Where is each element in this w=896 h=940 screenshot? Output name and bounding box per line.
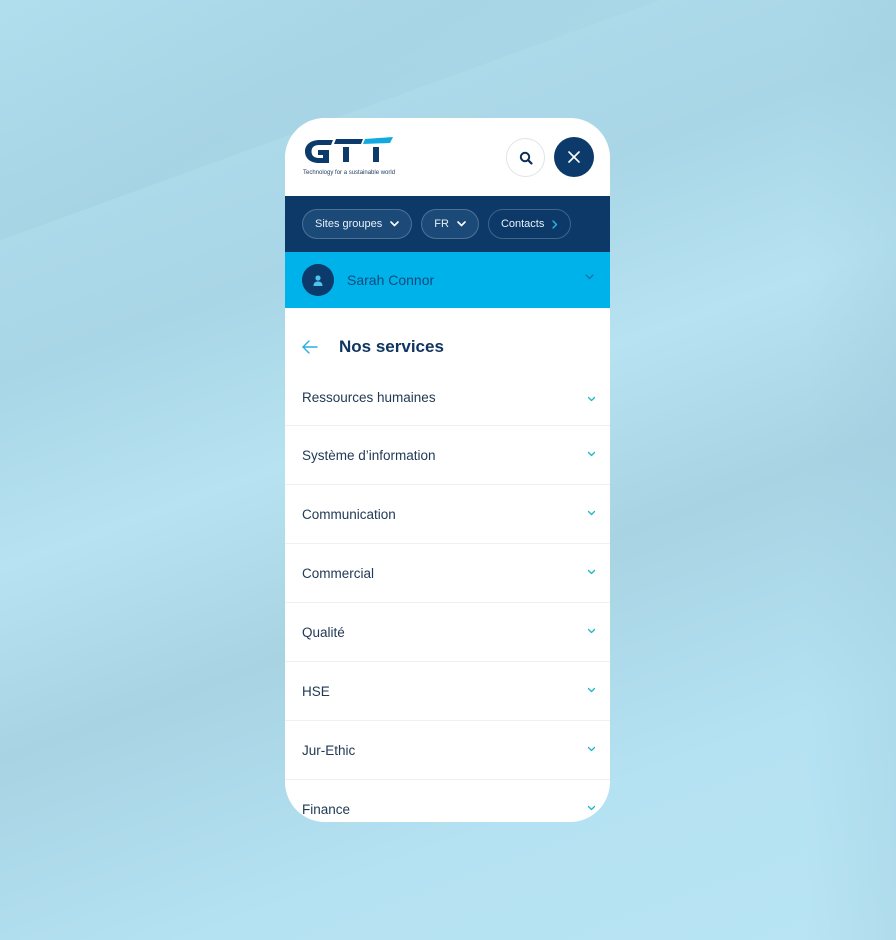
utility-nav-bar: Sites groupes FR Contacts xyxy=(285,196,610,252)
chevron-down-icon xyxy=(587,746,596,752)
chevron-right-icon xyxy=(552,219,558,229)
user-name: Sarah Connor xyxy=(347,272,435,288)
service-label: Ressources humaines xyxy=(302,390,436,405)
sites-groupes-dropdown[interactable]: Sites groupes xyxy=(302,209,413,239)
search-icon xyxy=(519,151,533,165)
language-label: FR xyxy=(434,218,449,230)
language-dropdown[interactable]: FR xyxy=(421,209,479,239)
mobile-menu-panel: Technology for a sustainable world Sites… xyxy=(285,118,610,822)
contacts-label: Contacts xyxy=(500,218,545,230)
search-button[interactable] xyxy=(506,138,545,177)
chevron-down-icon xyxy=(587,687,596,693)
service-item-jur-ethic[interactable]: Jur-Ethic xyxy=(285,721,610,780)
service-item-systeme-information[interactable]: Système d’information xyxy=(285,426,610,485)
chevron-down-icon xyxy=(390,221,400,227)
service-item-ressources-humaines[interactable]: Ressources humaines xyxy=(285,386,610,426)
close-menu-button[interactable] xyxy=(554,137,594,177)
service-item-commercial[interactable]: Commercial xyxy=(285,544,610,603)
chevron-down-icon xyxy=(587,510,596,516)
arrow-left-icon xyxy=(302,340,318,354)
service-item-finance[interactable]: Finance xyxy=(285,780,610,822)
user-account-toggle[interactable]: Sarah Connor xyxy=(285,252,610,308)
chevron-down-icon xyxy=(585,274,594,280)
chevron-down-icon xyxy=(587,569,596,575)
service-item-hse[interactable]: HSE xyxy=(285,662,610,721)
back-button[interactable] xyxy=(301,337,321,357)
service-label: Qualité xyxy=(302,624,345,640)
service-label: HSE xyxy=(302,683,330,699)
close-icon xyxy=(568,151,580,163)
services-list: Ressources humaines Système d’informatio… xyxy=(285,386,610,822)
user-icon xyxy=(313,274,323,286)
service-label: Commercial xyxy=(302,565,375,581)
service-label: Jur-Ethic xyxy=(302,742,356,758)
service-item-qualite[interactable]: Qualité xyxy=(285,603,610,662)
service-label: Système d’information xyxy=(302,447,436,463)
chevron-down-icon xyxy=(587,396,596,402)
avatar xyxy=(302,264,334,296)
gtt-logo-mark xyxy=(305,137,393,163)
chevron-down-icon xyxy=(587,451,596,457)
top-header: Technology for a sustainable world xyxy=(285,118,610,196)
service-item-communication[interactable]: Communication xyxy=(285,485,610,544)
chevron-down-icon xyxy=(457,221,466,227)
chevron-down-icon xyxy=(587,628,596,634)
section-title: Nos services xyxy=(339,337,444,356)
logo-tagline: Technology for a sustainable world xyxy=(303,170,396,176)
service-label: Communication xyxy=(302,506,396,522)
contacts-link[interactable]: Contacts xyxy=(487,209,572,239)
sites-groupes-label: Sites groupes xyxy=(315,218,383,230)
section-header: Nos services xyxy=(285,308,610,386)
background-shade-right xyxy=(806,0,896,940)
chevron-down-icon xyxy=(587,805,596,811)
service-label: Finance xyxy=(302,801,351,817)
